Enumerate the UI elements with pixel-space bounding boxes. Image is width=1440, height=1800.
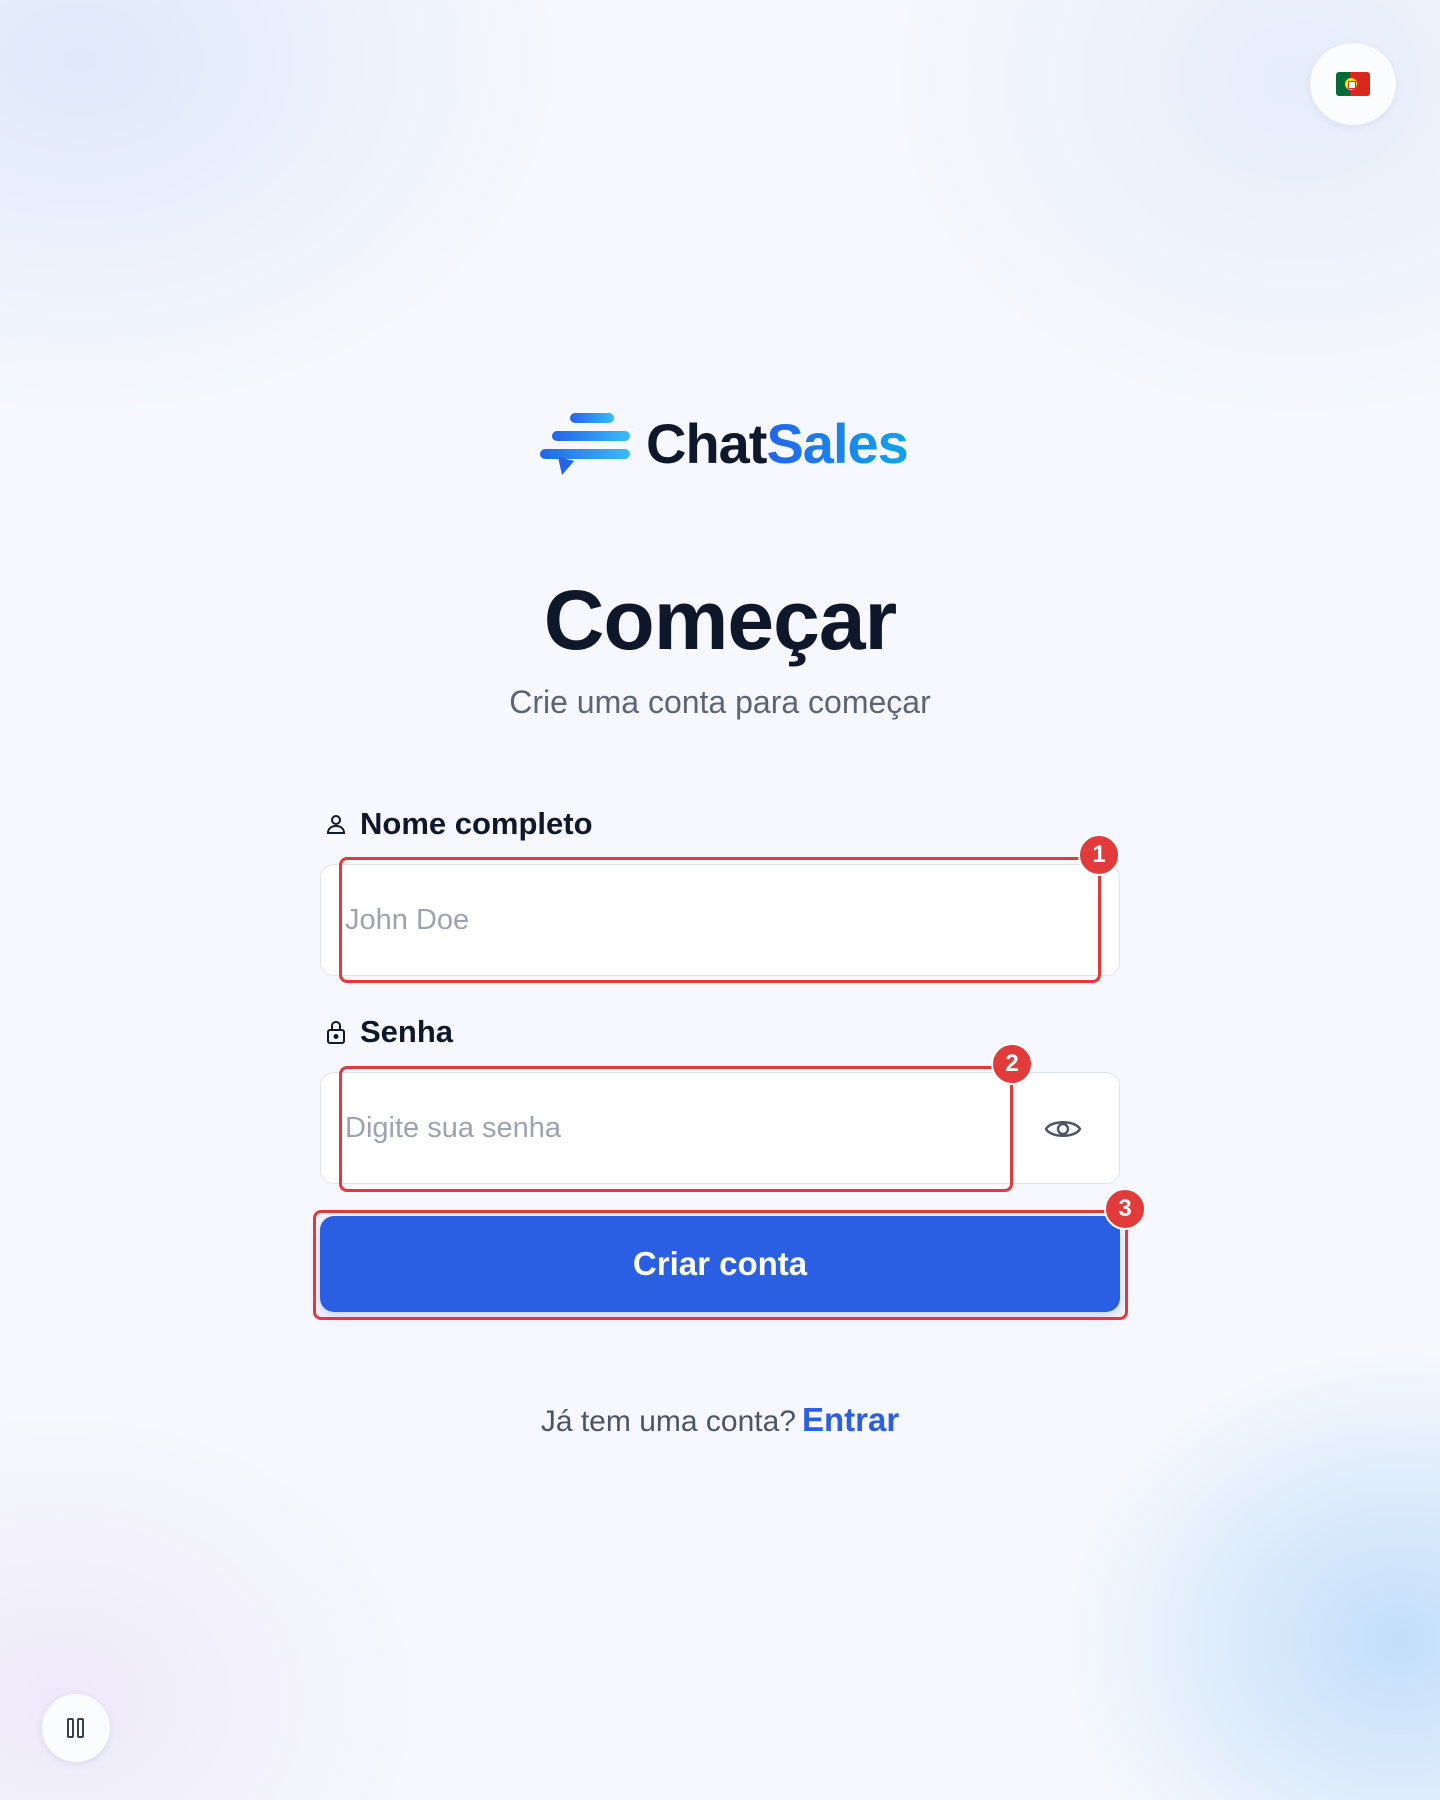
full-name-label: Nome completo: [322, 804, 593, 844]
page-subtitle: Crie uma conta para começar: [509, 684, 931, 720]
pause-button[interactable]: [42, 1694, 110, 1762]
brand-logo: ChatSales: [540, 408, 909, 480]
annotation-badge-2: 2: [991, 1043, 1033, 1085]
language-selector-button[interactable]: [1310, 43, 1396, 125]
show-password-toggle[interactable]: [1043, 1109, 1083, 1149]
brand-name-part2: Sales: [766, 412, 908, 475]
eye-icon: [1044, 1121, 1082, 1137]
full-name-input[interactable]: [345, 865, 1045, 975]
password-field[interactable]: [320, 1072, 1120, 1184]
page-title: Começar: [543, 573, 898, 667]
pause-icon: [67, 1718, 84, 1738]
lock-icon: [322, 1018, 350, 1046]
portugal-flag-icon: [1336, 72, 1370, 96]
password-label: Senha: [322, 1012, 453, 1052]
login-link[interactable]: Entrar: [802, 1401, 899, 1438]
user-icon: [322, 810, 350, 838]
create-account-button[interactable]: Criar conta: [320, 1216, 1120, 1312]
annotation-badge-1: 1: [1078, 834, 1120, 876]
brand-name: ChatSales: [646, 416, 909, 472]
chat-bubble-lines-icon: [540, 413, 630, 475]
brand-name-part1: Chat: [646, 412, 767, 475]
full-name-field[interactable]: [320, 864, 1120, 976]
login-prompt: Já tem uma conta? Entrar: [0, 1400, 1440, 1442]
password-input[interactable]: [345, 1073, 985, 1183]
full-name-label-text: Nome completo: [360, 806, 593, 841]
annotation-badge-3: 3: [1104, 1188, 1146, 1230]
password-label-text: Senha: [360, 1014, 454, 1049]
login-prompt-text: Já tem uma conta?: [540, 1405, 796, 1438]
